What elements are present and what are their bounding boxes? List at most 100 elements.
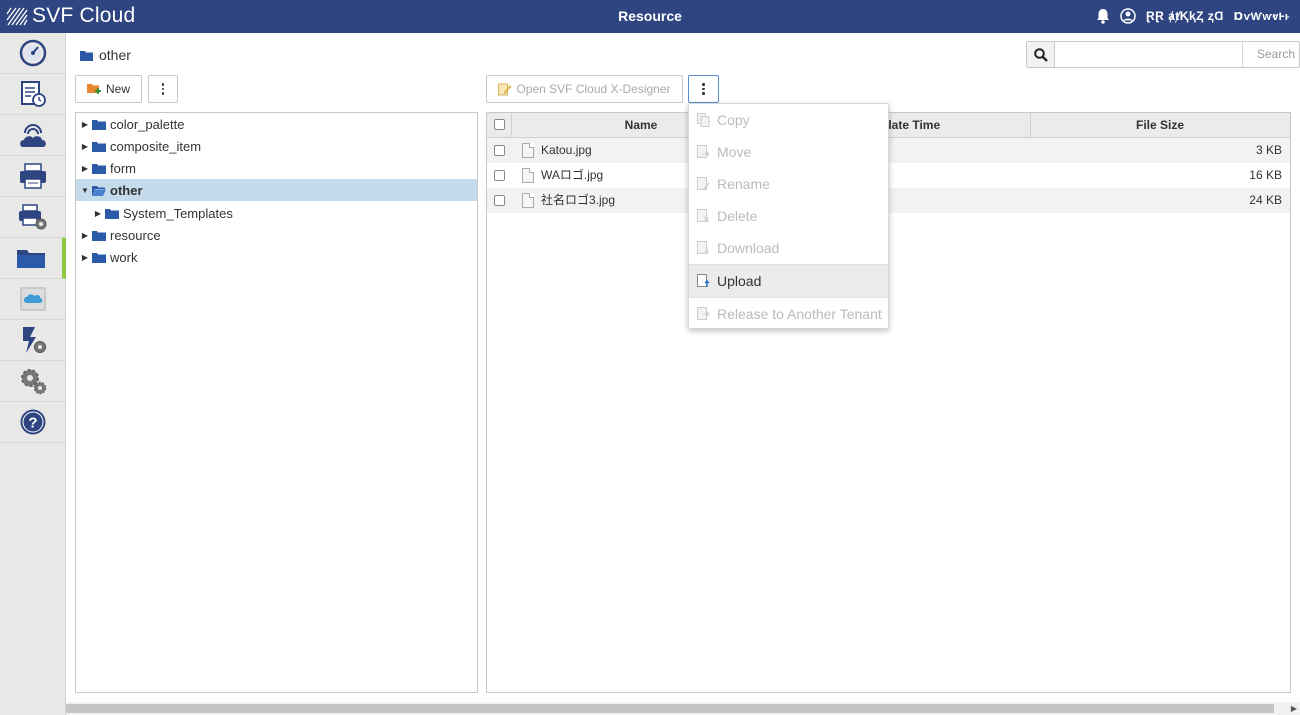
- tree-item[interactable]: ▶ form: [76, 157, 477, 179]
- search-label[interactable]: Search: [1243, 42, 1299, 67]
- sidebar-item-resource[interactable]: [0, 238, 66, 279]
- open-folder-icon: [92, 185, 106, 196]
- new-button-label: New: [105, 82, 130, 96]
- menu-item-rename[interactable]: Rename: [689, 168, 888, 200]
- sidebar-item-settings[interactable]: [0, 361, 66, 402]
- expand-arrow-icon[interactable]: ▶: [79, 142, 91, 151]
- user-icon[interactable]: [1120, 8, 1136, 24]
- open-designer-button[interactable]: Open SVF Cloud X-Designer: [486, 75, 683, 103]
- menu-item-label: Release to Another Tenant: [717, 306, 882, 322]
- file-size: 24 KB: [1249, 193, 1282, 207]
- sidebar-item-action-settings[interactable]: [0, 320, 66, 361]
- open-designer-label: Open SVF Cloud X-Designer: [516, 82, 671, 96]
- tree-item-selected[interactable]: ▼ other: [76, 179, 477, 201]
- tree-item[interactable]: ▶ color_palette: [76, 113, 477, 135]
- download-icon: [697, 241, 710, 254]
- sidebar-item-printer[interactable]: [0, 156, 66, 197]
- tree-item-label: resource: [110, 227, 161, 243]
- collapse-arrow-icon[interactable]: ▼: [79, 186, 91, 195]
- copy-icon: [697, 113, 710, 127]
- expand-arrow-icon[interactable]: ▶: [79, 120, 91, 129]
- sidebar-item-printer-settings[interactable]: [0, 197, 66, 238]
- sidebar: ?: [0, 33, 66, 715]
- move-icon: [697, 145, 710, 158]
- sidebar-item-cloud[interactable]: [0, 115, 66, 156]
- user-name[interactable]: ⱤⱤ ⱥⱦⱩⱪⱫ ⱬⱭ: [1146, 9, 1224, 23]
- menu-item-label: Upload: [717, 273, 762, 289]
- scrollbar-thumb[interactable]: [66, 704, 1274, 713]
- action-settings-icon: [23, 327, 46, 353]
- menu-item-label: Delete: [717, 208, 758, 224]
- tree-item[interactable]: ▶ resource: [76, 224, 477, 246]
- settings-gears-icon: [21, 369, 47, 395]
- file-name[interactable]: 社名ロゴ3.jpg: [541, 188, 615, 213]
- menu-item-upload[interactable]: Upload: [689, 265, 888, 297]
- select-all-checkbox[interactable]: [494, 119, 505, 130]
- menu-item-label: Copy: [717, 112, 750, 128]
- delete-icon: [697, 209, 710, 223]
- menu-item-label: Rename: [717, 176, 770, 192]
- menu-item-download[interactable]: Download: [689, 232, 888, 264]
- menu-item-delete[interactable]: Delete: [689, 200, 888, 232]
- expand-arrow-icon[interactable]: ▶: [92, 209, 104, 218]
- file-icon: [522, 168, 534, 183]
- sidebar-item-log[interactable]: [0, 74, 66, 115]
- app-logo[interactable]: SVF Cloud: [6, 5, 135, 27]
- bell-icon[interactable]: [1096, 8, 1110, 24]
- file-name[interactable]: Katou.jpg: [541, 138, 592, 163]
- help-icon: ?: [20, 409, 46, 435]
- row-checkbox[interactable]: [494, 170, 505, 181]
- tree-item-label: System_Templates: [123, 205, 233, 221]
- folder-icon: [92, 119, 106, 130]
- folder-icon: [80, 50, 93, 61]
- file-icon: [522, 143, 534, 158]
- file-more-button[interactable]: [688, 75, 719, 103]
- file-name[interactable]: WAロゴ.jpg: [541, 163, 603, 188]
- tree-more-button[interactable]: [148, 75, 178, 103]
- search-icon: [1033, 47, 1048, 62]
- folder-icon: [92, 163, 106, 174]
- tree-item[interactable]: ▶ work: [76, 246, 477, 268]
- column-header-file-size[interactable]: File Size: [1030, 113, 1290, 138]
- kebab-icon: [161, 83, 165, 95]
- new-folder-icon: [86, 83, 101, 94]
- sidebar-item-help[interactable]: ?: [0, 402, 66, 443]
- designer-edit-icon: [498, 83, 512, 95]
- menu-item-move[interactable]: Move: [689, 136, 888, 168]
- breadcrumb: other: [80, 47, 131, 63]
- menu-item-label: Download: [717, 240, 780, 256]
- search-input[interactable]: [1055, 42, 1243, 67]
- expand-arrow-icon[interactable]: ▶: [79, 253, 91, 262]
- tree-item-label: composite_item: [110, 138, 202, 154]
- folder-icon: [17, 250, 45, 268]
- log-history-icon: [21, 81, 46, 107]
- search-button[interactable]: [1027, 42, 1055, 67]
- search-box: Search: [1026, 41, 1300, 68]
- tenant-name[interactable]: ⱰⱱⱲⱳⱴⱵⱶ: [1234, 10, 1290, 23]
- sidebar-item-salesforce[interactable]: [0, 279, 66, 320]
- folder-icon: [92, 252, 106, 263]
- logo-mark-icon: [6, 7, 28, 26]
- scroll-right-arrow-icon[interactable]: ▶: [1291, 704, 1297, 713]
- file-actions-menu: Copy Move Rename Delete Download Upload …: [688, 103, 889, 329]
- breadcrumb-current[interactable]: other: [99, 47, 131, 63]
- row-checkbox[interactable]: [494, 195, 505, 206]
- header-user-area: ⱤⱤ ⱥⱦⱩⱪⱫ ⱬⱭ ⱰⱱⱲⱳⱴⱵⱶ: [1096, 7, 1290, 25]
- cloud-connect-icon: [20, 124, 46, 147]
- tree-item[interactable]: ▶ composite_item: [76, 135, 477, 157]
- horizontal-scrollbar[interactable]: ▶: [66, 702, 1300, 715]
- new-button[interactable]: New: [75, 75, 142, 103]
- row-checkbox[interactable]: [494, 145, 505, 156]
- expand-arrow-icon[interactable]: ▶: [79, 164, 91, 173]
- menu-item-release-tenant[interactable]: Release to Another Tenant: [689, 298, 888, 330]
- menu-item-copy[interactable]: Copy: [689, 104, 888, 136]
- folder-icon: [92, 141, 106, 152]
- expand-arrow-icon[interactable]: ▶: [79, 231, 91, 240]
- tree-item-label: other: [110, 182, 143, 198]
- file-size: 3 KB: [1255, 143, 1282, 157]
- menu-item-label: Move: [717, 144, 752, 160]
- release-icon: [697, 307, 710, 320]
- upload-icon: [697, 274, 710, 287]
- tree-item[interactable]: ▶ System_Templates: [76, 202, 477, 224]
- sidebar-item-dashboard[interactable]: [0, 33, 66, 74]
